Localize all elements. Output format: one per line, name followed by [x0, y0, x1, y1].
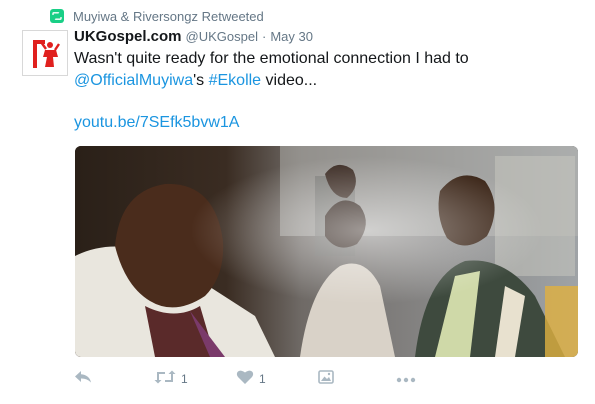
- retweet-count: 1: [181, 372, 188, 386]
- tweet-text: Wasn't quite ready for the emotional con…: [74, 48, 574, 92]
- author-name[interactable]: UKGospel.com: [74, 28, 182, 45]
- tweet-header: UKGospel.com @UKGospel · May 30: [74, 28, 313, 48]
- tweet-text-part3: video...: [261, 72, 318, 89]
- media-image[interactable]: [75, 146, 578, 357]
- like-button[interactable]: 1: [236, 369, 318, 390]
- heart-icon: [236, 369, 254, 390]
- tweet-text-part2: 's: [193, 72, 209, 89]
- photo-icon: [318, 369, 334, 389]
- tweet-text-part1: Wasn't quite ready for the emotional con…: [74, 50, 469, 67]
- tweet-date[interactable]: May 30: [270, 29, 313, 44]
- tweet-url-link[interactable]: youtu.be/7SEfk5bvw1A: [74, 114, 239, 132]
- reply-button[interactable]: [74, 370, 154, 389]
- retweet-context: Muyiwa & Riversongz Retweeted: [50, 7, 264, 25]
- tweet-actions: 1 1: [74, 368, 416, 390]
- retweet-context-text[interactable]: Muyiwa & Riversongz Retweeted: [73, 9, 264, 24]
- header-separator: ·: [261, 29, 267, 44]
- tweet-card[interactable]: Muyiwa & Riversongz Retweeted UKGospel.c…: [0, 0, 595, 404]
- hashtag-link[interactable]: #Ekolle: [209, 72, 261, 89]
- more-icon: [396, 370, 416, 388]
- reply-icon: [74, 370, 92, 389]
- retweet-icon: [154, 370, 176, 389]
- avatar[interactable]: [22, 30, 68, 76]
- like-count: 1: [259, 372, 266, 386]
- retweet-icon: [50, 9, 64, 23]
- more-button[interactable]: [396, 370, 416, 388]
- retweet-button[interactable]: 1: [154, 370, 236, 389]
- author-handle[interactable]: @UKGospel: [186, 29, 258, 44]
- photo-button[interactable]: [318, 369, 396, 389]
- mention-link[interactable]: @OfficialMuyiwa: [74, 72, 193, 89]
